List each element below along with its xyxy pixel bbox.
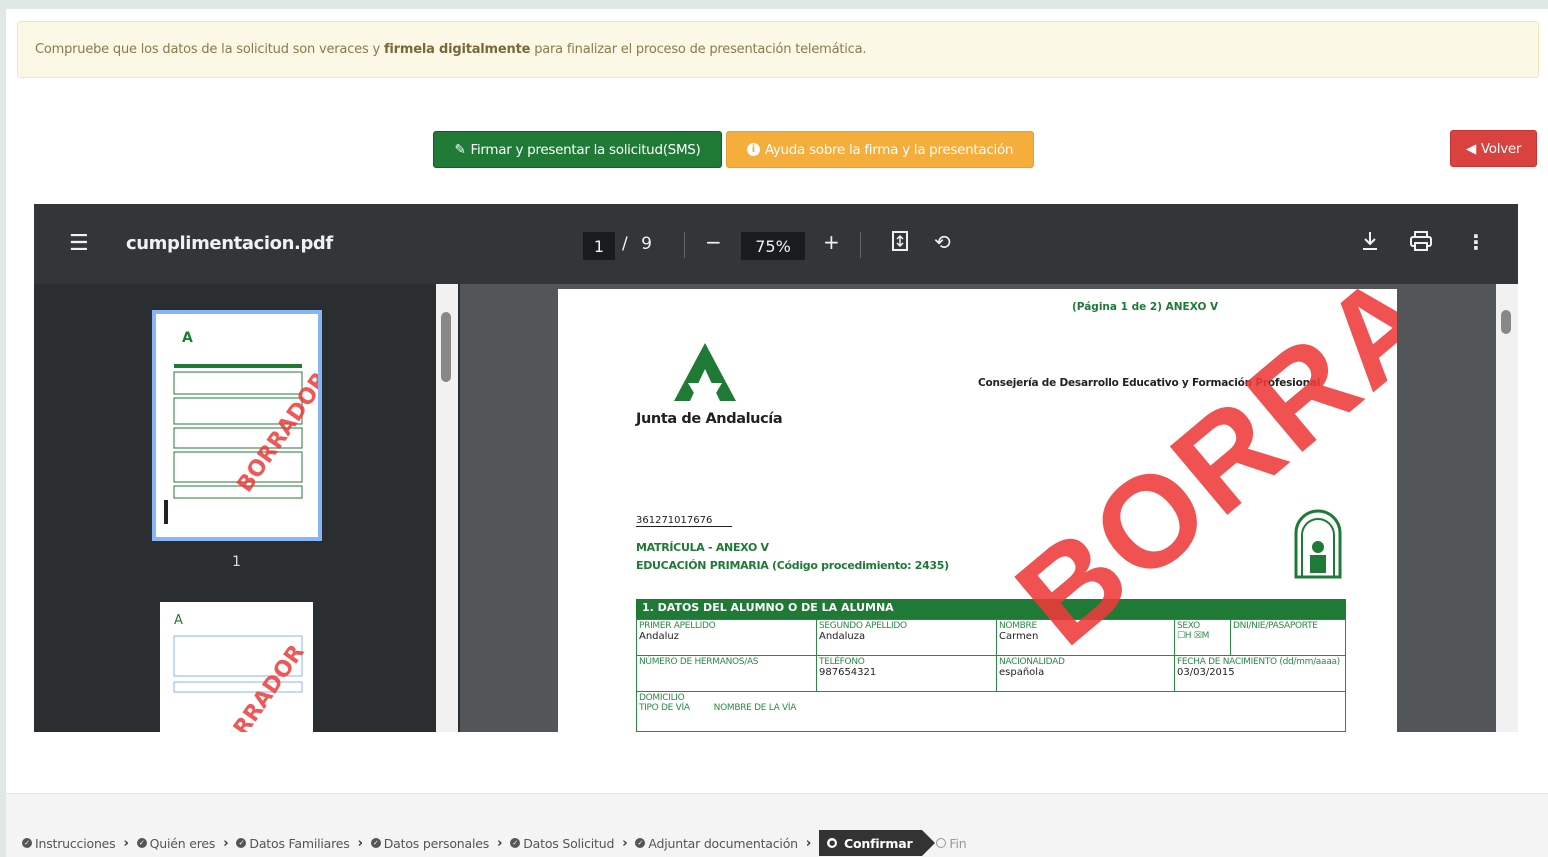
step-datos-familiares[interactable]: ✓ Datos Familiares — [236, 836, 350, 851]
fit-page-icon[interactable] — [891, 230, 909, 257]
field-label: TELÉFONO — [819, 657, 865, 667]
alert-text-after: para finalizar el proceso de presentació… — [534, 42, 867, 57]
page-total: 9 — [641, 234, 652, 254]
field-label: FECHA DE NACIMIENTO (dd/mm/aaaa) — [1177, 657, 1340, 667]
download-icon[interactable] — [1360, 230, 1380, 257]
toolbar-divider — [684, 232, 685, 258]
document-title-2: EDUCACIÓN PRIMARIA (Código procedimiento… — [636, 559, 949, 572]
field-value-primer-apellido: Andaluz — [639, 631, 680, 642]
field-label: DOMICILIO — [639, 693, 685, 703]
chevron-right-icon: › — [805, 835, 812, 851]
step-datos-personales[interactable]: ✓ Datos personales — [370, 836, 489, 851]
chevron-right-icon: › — [497, 835, 503, 851]
step-instrucciones[interactable]: ✓ Instrucciones — [22, 836, 116, 851]
zoom-level-input[interactable]: 75% — [741, 232, 805, 260]
field-value-nombre: Carmen — [999, 631, 1039, 642]
circle-icon — [936, 838, 947, 848]
field-value-segundo-apellido: Andaluza — [819, 631, 866, 642]
current-step-icon: ● — [827, 838, 838, 848]
check-icon: ✓ — [510, 838, 521, 848]
pdf-page: (Página 1 de 2) ANEXO V Junta de Andaluc… — [558, 289, 1397, 732]
more-options-icon[interactable]: ⋮ — [1466, 230, 1486, 254]
pdf-viewer: ☰ cumplimentacion.pdf 1 / 9 − 75% + ⟲ ⋮ — [34, 204, 1518, 732]
document-scrollbar[interactable] — [1496, 284, 1518, 732]
print-icon[interactable] — [1409, 230, 1433, 257]
back-label: Volver — [1480, 140, 1522, 157]
pdf-toolbar: ☰ cumplimentacion.pdf 1 / 9 − 75% + ⟲ ⋮ — [34, 204, 1518, 284]
section-1-header: 1. DATOS DEL ALUMNO O DE LA ALUMNA — [636, 599, 1346, 619]
arrow-left-icon: ◀ — [1465, 140, 1476, 157]
check-icon: ✓ — [370, 838, 381, 848]
info-alert: Compruebe que los datos de la solicitud … — [17, 21, 1539, 78]
field-label: PRIMER APELLIDO — [639, 621, 716, 631]
sexo-options: ☐H ☒M — [1177, 631, 1210, 641]
thumbnail-sidebar: A BORRADOR 1 A BORRADOR — [34, 284, 460, 732]
thumbnail-page-2[interactable]: A BORRADOR — [160, 602, 313, 732]
thumbnail-scrollbar[interactable] — [436, 284, 458, 732]
page-count: / 9 — [622, 234, 652, 254]
org-name: Junta de Andalucía — [636, 411, 783, 427]
check-icon: ✓ — [22, 838, 32, 848]
svg-text:BORRADOR: BORRADOR — [209, 640, 310, 732]
field-label: SEXO — [1177, 621, 1200, 631]
back-button[interactable]: ◀ Volver — [1450, 130, 1537, 167]
zoom-out-icon[interactable]: − — [705, 230, 722, 254]
field-value-nacionalidad: española — [999, 667, 1045, 678]
thumbnail-scroll-thumb[interactable] — [441, 312, 451, 382]
svg-text:A: A — [174, 613, 183, 628]
document-scroll-thumb[interactable] — [1501, 310, 1511, 334]
field-value-telefono: 987654321 — [819, 667, 877, 678]
check-icon: ✓ — [236, 838, 247, 848]
page: Compruebe que los datos de la solicitud … — [6, 9, 1548, 857]
rotate-icon[interactable]: ⟲ — [934, 230, 951, 254]
step-fin[interactable]: Fin — [936, 836, 967, 851]
thumbnail-label: 1 — [232, 554, 241, 570]
field-label: TIPO DE VÍA NOMBRE DE LA VÍA — [639, 703, 797, 713]
step-confirmar[interactable]: ● Confirmar — [819, 830, 936, 856]
edit-icon: ✎ — [454, 141, 466, 158]
step-adjuntar-documentacion[interactable]: ✓ Adjuntar documentación — [635, 836, 798, 851]
document-code: 361271017676 — [636, 515, 733, 527]
chevron-right-icon: › — [123, 835, 129, 851]
field-label: DNI/NIE/PASAPORTE — [1233, 621, 1318, 631]
check-icon: ✓ — [136, 838, 147, 848]
toolbar-divider — [860, 232, 861, 258]
step-quien-eres[interactable]: ✓ Quién eres — [136, 836, 215, 851]
chevron-right-icon: › — [622, 835, 628, 851]
alert-text-bold: firmela digitalmente — [383, 42, 531, 57]
svg-text:A: A — [182, 330, 193, 346]
page-info: (Página 1 de 2) ANEXO V — [1072, 301, 1219, 313]
pdf-filename: cumplimentacion.pdf — [126, 233, 333, 254]
svg-text:BORRADOR: BORRADOR — [233, 368, 318, 497]
document-title-1: MATRÍCULA - ANEXO V — [636, 541, 769, 554]
help-label: Ayuda sobre la firma y la presentación — [764, 141, 1014, 158]
progress-steps: ✓ Instrucciones › ✓ Quién eres › ✓ Datos Fami… — [22, 830, 967, 856]
info-icon: i — [746, 143, 760, 156]
step-datos-solicitud[interactable]: ✓ Datos Solicitud — [510, 836, 614, 851]
thumbnail-page-1[interactable]: A BORRADOR — [152, 310, 334, 541]
field-label: NÚMERO DE HERMANOS/AS — [639, 657, 759, 667]
check-icon: ✓ — [635, 838, 646, 848]
field-value-fecha: 03/03/2015 — [1177, 667, 1235, 678]
field-label: SEGUNDO APELLIDO — [819, 621, 907, 631]
sign-submit-button[interactable]: ✎ Firmar y presentar la solicitud(SMS) — [433, 131, 722, 168]
junta-logo — [670, 339, 740, 413]
help-button[interactable]: i Ayuda sobre la firma y la presentación — [726, 131, 1034, 168]
page-separator: / — [622, 234, 628, 254]
andalucia-emblem — [1290, 503, 1346, 585]
sign-submit-label: Firmar y presentar la solicitud(SMS) — [470, 141, 701, 158]
page-number-input[interactable]: 1 — [583, 232, 615, 260]
alert-text-before: Compruebe que los datos de la solicitud … — [35, 42, 380, 57]
chevron-right-icon: › — [223, 835, 229, 851]
student-data-table: PRIMER APELLIDO Andaluz SEGUNDO APELLIDO A… — [636, 619, 1346, 732]
zoom-in-icon[interactable]: + — [823, 230, 840, 254]
chevron-right-icon: › — [357, 835, 363, 851]
menu-icon[interactable]: ☰ — [69, 231, 89, 256]
